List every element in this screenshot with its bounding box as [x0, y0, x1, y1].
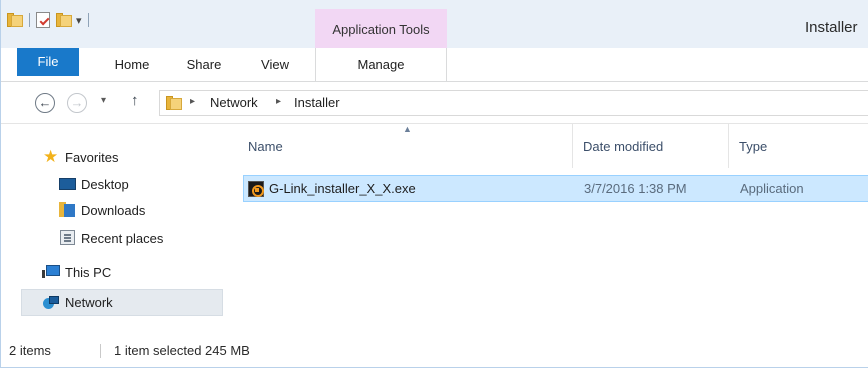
- status-bar: 2 items 1 item selected 245 MB: [1, 334, 868, 367]
- breadcrumb-installer[interactable]: Installer: [294, 95, 340, 110]
- breadcrumb-network[interactable]: Network: [210, 95, 258, 110]
- address-bar[interactable]: ▸ Network ▸ Installer: [159, 90, 868, 116]
- sidebar-item-label: Recent places: [81, 230, 164, 246]
- navigation-pane: ★ Favorites Desktop Downloads Recent pla…: [1, 124, 231, 334]
- window-title: Installer: [805, 19, 858, 36]
- network-icon: [43, 295, 61, 311]
- tab-manage[interactable]: Manage: [315, 48, 447, 81]
- toolbar-separator: [87, 13, 89, 27]
- sidebar-item-downloads[interactable]: Downloads: [59, 198, 145, 222]
- status-separator: [100, 344, 101, 358]
- folder-icon[interactable]: [7, 13, 23, 27]
- column-header-date-modified[interactable]: Date modified: [583, 139, 663, 154]
- customize-dropdown-icon[interactable]: ▾: [76, 14, 82, 27]
- sidebar-item-label: Desktop: [81, 176, 129, 192]
- new-folder-icon[interactable]: [56, 13, 72, 27]
- forward-button[interactable]: →: [67, 93, 87, 113]
- this-pc-icon: [42, 264, 61, 280]
- up-button[interactable]: ↑: [131, 92, 139, 109]
- exe-icon: [248, 181, 264, 197]
- status-item-count: 2 items: [9, 343, 51, 358]
- sidebar-item-this-pc[interactable]: This PC: [42, 260, 112, 284]
- back-button[interactable]: ←: [35, 93, 55, 113]
- column-divider[interactable]: [572, 124, 573, 168]
- file-name: G-Link_installer_X_X.exe: [269, 181, 416, 196]
- explorer-window: ▾ Application Tools Installer File Home …: [0, 0, 868, 368]
- recent-places-icon: [59, 230, 77, 246]
- context-group-label: Application Tools: [332, 22, 430, 37]
- context-group-application-tools: Application Tools: [315, 9, 447, 48]
- tab-file[interactable]: File: [17, 48, 79, 76]
- tab-home[interactable]: Home: [97, 48, 167, 81]
- folder-icon: [166, 96, 182, 110]
- column-header-name[interactable]: Name: [248, 139, 283, 154]
- recent-locations-dropdown-icon[interactable]: ▾: [101, 95, 106, 106]
- quick-access-toolbar: ▾: [7, 10, 95, 30]
- properties-icon[interactable]: [36, 12, 50, 28]
- desktop-icon: [59, 176, 77, 192]
- column-divider[interactable]: [728, 124, 729, 168]
- star-icon: ★: [43, 147, 59, 166]
- table-row[interactable]: G-Link_installer_X_X.exe 3/7/2016 1:38 P…: [243, 175, 868, 202]
- breadcrumb-separator-icon[interactable]: ▸: [190, 96, 195, 107]
- navigation-bar: ← → ▾ ↑ ▸ Network ▸ Installer: [1, 82, 868, 124]
- sidebar-item-label: Network: [65, 295, 113, 310]
- sidebar-item-label: Favorites: [65, 149, 119, 165]
- tab-view[interactable]: View: [245, 48, 305, 81]
- sidebar-item-label: Downloads: [81, 202, 146, 218]
- ribbon-tabs: File Home Share View Manage: [1, 48, 868, 82]
- sidebar-item-desktop[interactable]: Desktop: [59, 172, 129, 196]
- toolbar-separator: [29, 13, 30, 27]
- status-selection: 1 item selected 245 MB: [114, 343, 250, 358]
- downloads-icon: [59, 202, 77, 218]
- sort-ascending-icon: ▲: [403, 124, 412, 134]
- file-date-modified: 3/7/2016 1:38 PM: [584, 181, 687, 196]
- sidebar-item-network[interactable]: Network: [21, 289, 223, 316]
- column-headers: ▲ Name Date modified Type: [231, 124, 868, 168]
- sidebar-item-label: This PC: [65, 264, 112, 280]
- tab-share[interactable]: Share: [173, 48, 235, 81]
- column-header-type[interactable]: Type: [739, 139, 767, 154]
- title-bar: ▾ Application Tools Installer: [1, 0, 868, 48]
- sidebar-item-recent-places[interactable]: Recent places: [59, 226, 163, 250]
- breadcrumb-separator-icon[interactable]: ▸: [276, 96, 281, 107]
- sidebar-item-favorites[interactable]: ★ Favorites: [43, 145, 118, 169]
- file-list: ▲ Name Date modified Type G-Link_install…: [231, 124, 868, 334]
- file-type: Application: [740, 181, 804, 196]
